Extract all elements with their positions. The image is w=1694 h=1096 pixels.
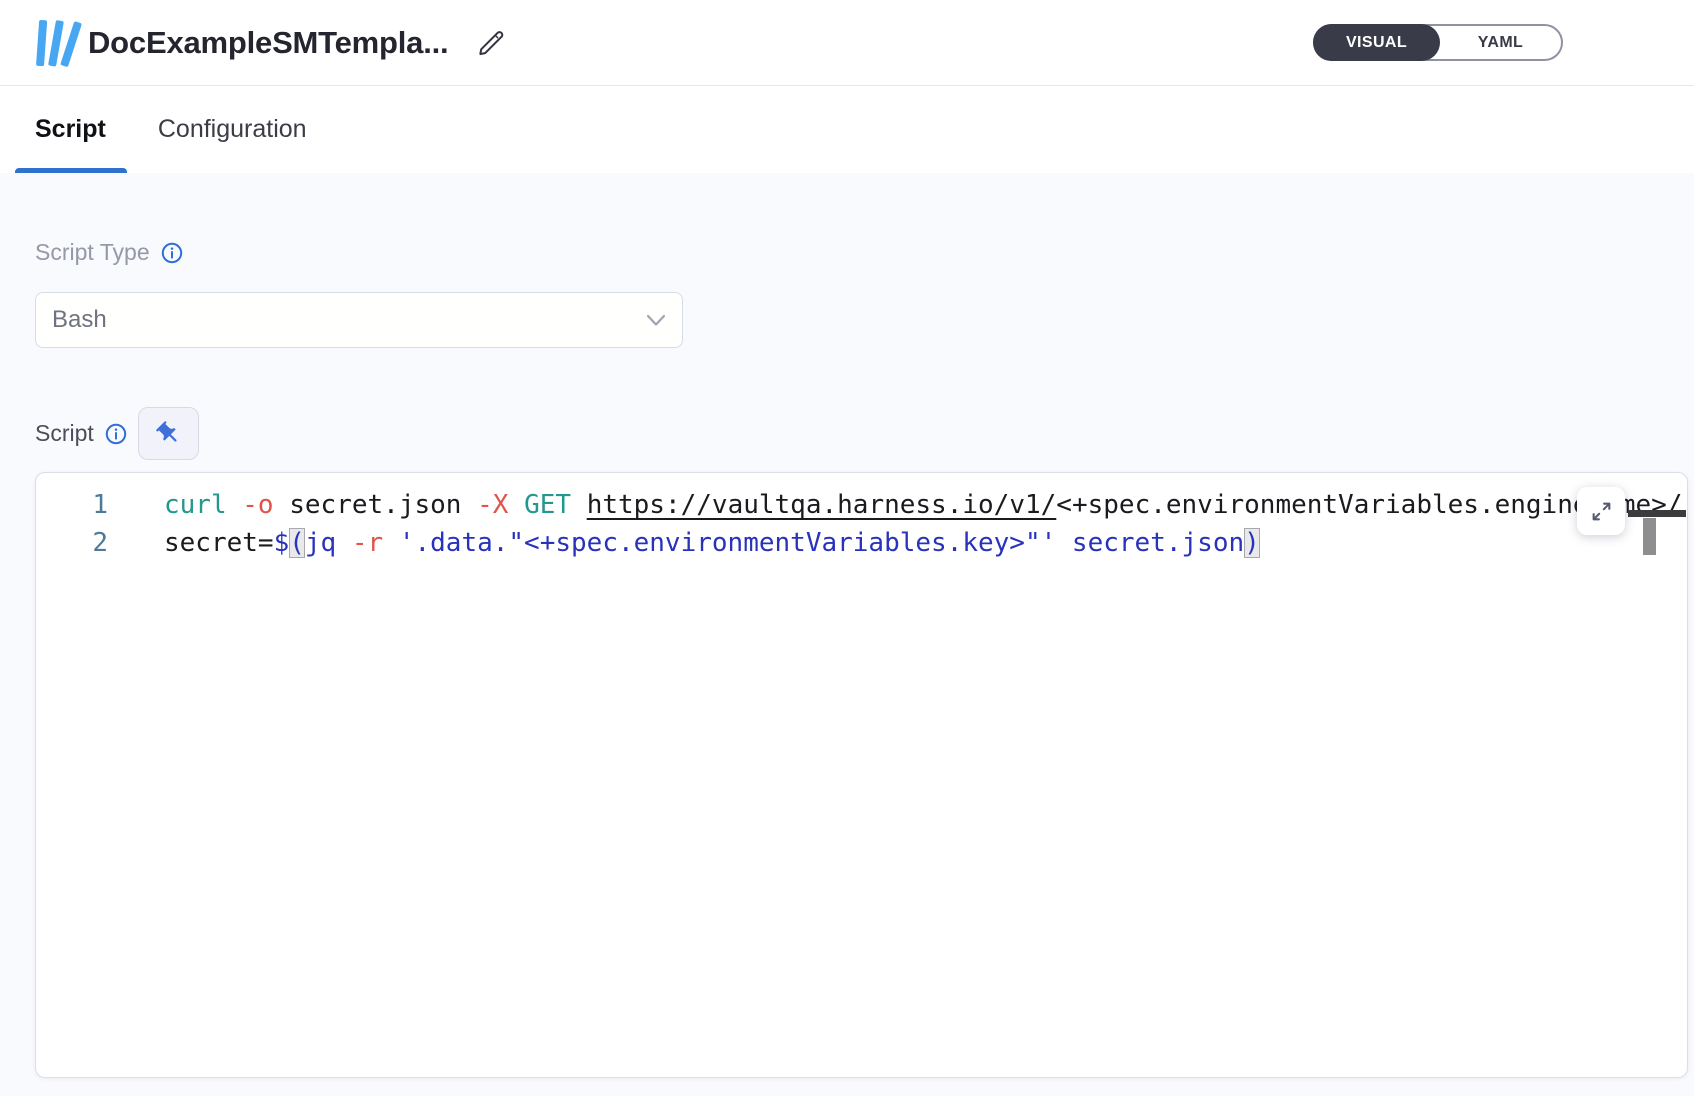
code-token: jq — [305, 528, 352, 558]
visual-yaml-toggle: VISUAL YAML — [1313, 24, 1563, 61]
header: DocExampleSMTempla... VISUAL YAML — [0, 0, 1694, 86]
pin-script-button[interactable] — [138, 407, 199, 460]
code-token: secret.json — [1056, 528, 1244, 558]
chevron-down-icon — [646, 314, 666, 327]
code-token: -o — [242, 490, 273, 520]
tab-script[interactable]: Script — [35, 115, 106, 144]
code-token: curl — [164, 490, 227, 520]
code-token: '.data."<+spec.environmentVariables.key>… — [399, 528, 1056, 558]
expand-icon — [1590, 500, 1613, 523]
line-number: 1 — [36, 486, 108, 524]
code-token — [508, 490, 524, 520]
code-token: ( — [289, 528, 305, 558]
script-panel: Script Type Bash Script — [0, 173, 1694, 1096]
info-icon[interactable] — [104, 422, 128, 446]
code-line: 1 curl -o secret.json -X GET https://vaul… — [36, 486, 1687, 524]
code-token — [383, 528, 399, 558]
code-token: ) — [1244, 528, 1260, 558]
script-field-label: Script — [35, 407, 199, 460]
scroll-marker — [1628, 510, 1686, 517]
tab-configuration[interactable]: Configuration — [158, 115, 307, 144]
toggle-visual[interactable]: VISUAL — [1313, 24, 1440, 61]
code-token: secret= — [164, 528, 274, 558]
code-token: https://vaultqa.harness.io/v1/ — [587, 490, 1057, 520]
code-token: $ — [274, 528, 290, 558]
script-type-label: Script Type — [35, 239, 150, 266]
code-token: secret.json — [274, 490, 478, 520]
script-type-field-label: Script Type — [35, 239, 184, 266]
info-icon[interactable] — [160, 241, 184, 265]
code-token — [571, 490, 587, 520]
code-text: curl -o secret.json -X GET https://vault… — [164, 486, 1682, 524]
edit-title-button[interactable] — [470, 23, 510, 63]
expand-editor-button[interactable] — [1577, 487, 1625, 535]
line-number: 2 — [36, 524, 108, 562]
code-token: -X — [477, 490, 508, 520]
code-token: GET — [524, 490, 571, 520]
pencil-icon — [473, 26, 507, 60]
script-type-value: Bash — [52, 306, 646, 334]
script-label: Script — [35, 420, 94, 447]
script-code-editor[interactable]: 1 curl -o secret.json -X GET https://vaul… — [35, 472, 1688, 1078]
code-line: 2 secret=$(jq -r '.data."<+spec.environme… — [36, 524, 1687, 562]
code-token — [227, 490, 243, 520]
toggle-yaml[interactable]: YAML — [1440, 26, 1561, 59]
tab-bar: Script Configuration — [0, 86, 1694, 173]
script-type-select[interactable]: Bash — [35, 292, 683, 348]
code-token: -r — [352, 528, 383, 558]
code-lines: 1 curl -o secret.json -X GET https://vaul… — [36, 473, 1687, 562]
pushpin-icon — [155, 420, 182, 447]
scrollbar-thumb[interactable] — [1643, 518, 1656, 555]
template-library-icon — [34, 18, 74, 68]
page-title: DocExampleSMTempla... — [88, 25, 448, 61]
code-text: secret=$(jq -r '.data."<+spec.environmen… — [164, 524, 1260, 562]
